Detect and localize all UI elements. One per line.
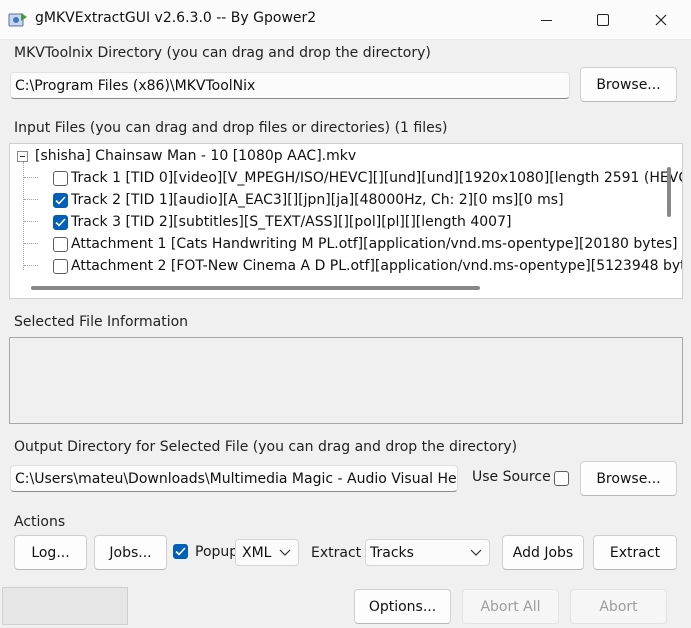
tree-item-track-1[interactable]: Track 1 [TID 0][video][V_MPEGH/ISO/HEVC]… bbox=[53, 167, 683, 189]
minimize-icon bbox=[540, 19, 552, 21]
attachment-2-label: Attachment 2 [FOT-New Cinema A D PL.otf]… bbox=[71, 258, 683, 274]
selected-info-group-label: Selected File Information bbox=[14, 314, 189, 330]
add-jobs-button[interactable]: Add Jobs bbox=[502, 535, 584, 570]
app-icon bbox=[8, 13, 27, 27]
close-button[interactable] bbox=[632, 0, 690, 40]
tree-item-track-2[interactable]: Track 2 [TID 1][audio][A_EAC3][][jpn][ja… bbox=[53, 189, 564, 211]
tree-item-track-3[interactable]: Track 3 [TID 2][subtitles][S_TEXT/ASS][]… bbox=[53, 211, 511, 233]
maximize-icon bbox=[597, 14, 609, 26]
tree-file-label: [shisha] Chainsaw Man - 10 [1080p AAC].m… bbox=[35, 148, 357, 164]
attachment-1-checkbox[interactable] bbox=[53, 236, 68, 252]
attachment-2-checkbox[interactable] bbox=[53, 258, 68, 274]
extract-mode-value: Tracks bbox=[370, 544, 414, 561]
format-dropdown[interactable]: XML bbox=[235, 539, 299, 566]
popup-label: Popup bbox=[195, 544, 239, 560]
track-1-checkbox[interactable] bbox=[53, 170, 68, 186]
tree-file-node[interactable]: [shisha] Chainsaw Man - 10 [1080p AAC].m… bbox=[17, 145, 356, 167]
chevron-down-icon bbox=[279, 549, 291, 556]
track-3-label: Track 3 [TID 2][subtitles][S_TEXT/ASS][]… bbox=[71, 214, 512, 230]
abort-button[interactable]: Abort bbox=[570, 589, 667, 624]
attachment-1-label: Attachment 1 [Cats Handwriting M PL.otf]… bbox=[71, 236, 678, 252]
tree-item-attachment-2[interactable]: Attachment 2 [FOT-New Cinema A D PL.otf]… bbox=[53, 255, 683, 277]
extract-mode-dropdown[interactable]: Tracks bbox=[365, 539, 490, 566]
abort-all-button[interactable]: Abort All bbox=[462, 589, 559, 624]
tree-item-attachment-1[interactable]: Attachment 1 [Cats Handwriting M PL.otf]… bbox=[53, 233, 677, 255]
collapse-icon[interactable] bbox=[17, 150, 28, 162]
options-button[interactable]: Options... bbox=[354, 589, 451, 624]
use-source-checkbox[interactable] bbox=[554, 471, 569, 486]
track-2-label: Track 2 [TID 1][audio][A_EAC3][][jpn][ja… bbox=[71, 192, 564, 208]
track-1-label: Track 1 [TID 0][video][V_MPEGH/ISO/HEVC]… bbox=[71, 170, 683, 186]
actions-group-label: Actions bbox=[14, 514, 66, 530]
checkmark-icon bbox=[175, 547, 186, 556]
close-icon bbox=[655, 14, 667, 26]
track-3-checkbox[interactable] bbox=[53, 214, 68, 230]
output-group-label: Output Directory for Selected File (you … bbox=[14, 439, 518, 455]
minimize-button[interactable] bbox=[517, 0, 575, 40]
status-panel bbox=[2, 587, 128, 625]
extract-mode-label: Extract bbox=[311, 545, 362, 561]
jobs-button[interactable]: Jobs... bbox=[94, 535, 167, 570]
mkvtoolnix-browse-button[interactable]: Browse... bbox=[580, 67, 677, 102]
use-source-label: Use Source bbox=[472, 469, 551, 485]
mkvtoolnix-path-field[interactable]: C:\Program Files (x86)\MKVToolNix bbox=[10, 72, 570, 99]
checkmark-icon bbox=[55, 217, 66, 227]
checkmark-icon bbox=[55, 195, 66, 205]
track-2-checkbox[interactable] bbox=[53, 192, 68, 208]
output-browse-button[interactable]: Browse... bbox=[580, 461, 677, 496]
mkvtoolnix-group-label: MKVToolnix Directory (you can drag and d… bbox=[14, 45, 431, 61]
chevron-down-icon bbox=[470, 549, 482, 556]
window-title: gMKVExtractGUI v2.6.3.0 -- By Gpower2 bbox=[35, 10, 317, 26]
extract-button[interactable]: Extract bbox=[593, 535, 677, 570]
selected-file-info-box bbox=[9, 337, 683, 424]
horizontal-scrollbar-thumb[interactable] bbox=[31, 286, 480, 290]
maximize-button[interactable] bbox=[574, 0, 632, 40]
input-files-group-label: Input Files (you can drag and drop files… bbox=[14, 120, 448, 136]
vertical-scrollbar-thumb[interactable] bbox=[667, 167, 671, 217]
output-path-field[interactable]: C:\Users\mateu\Downloads\Multimedia Magi… bbox=[10, 465, 458, 492]
format-dropdown-value: XML bbox=[242, 544, 272, 561]
popup-checkbox[interactable] bbox=[173, 544, 188, 559]
log-button[interactable]: Log... bbox=[14, 535, 87, 570]
